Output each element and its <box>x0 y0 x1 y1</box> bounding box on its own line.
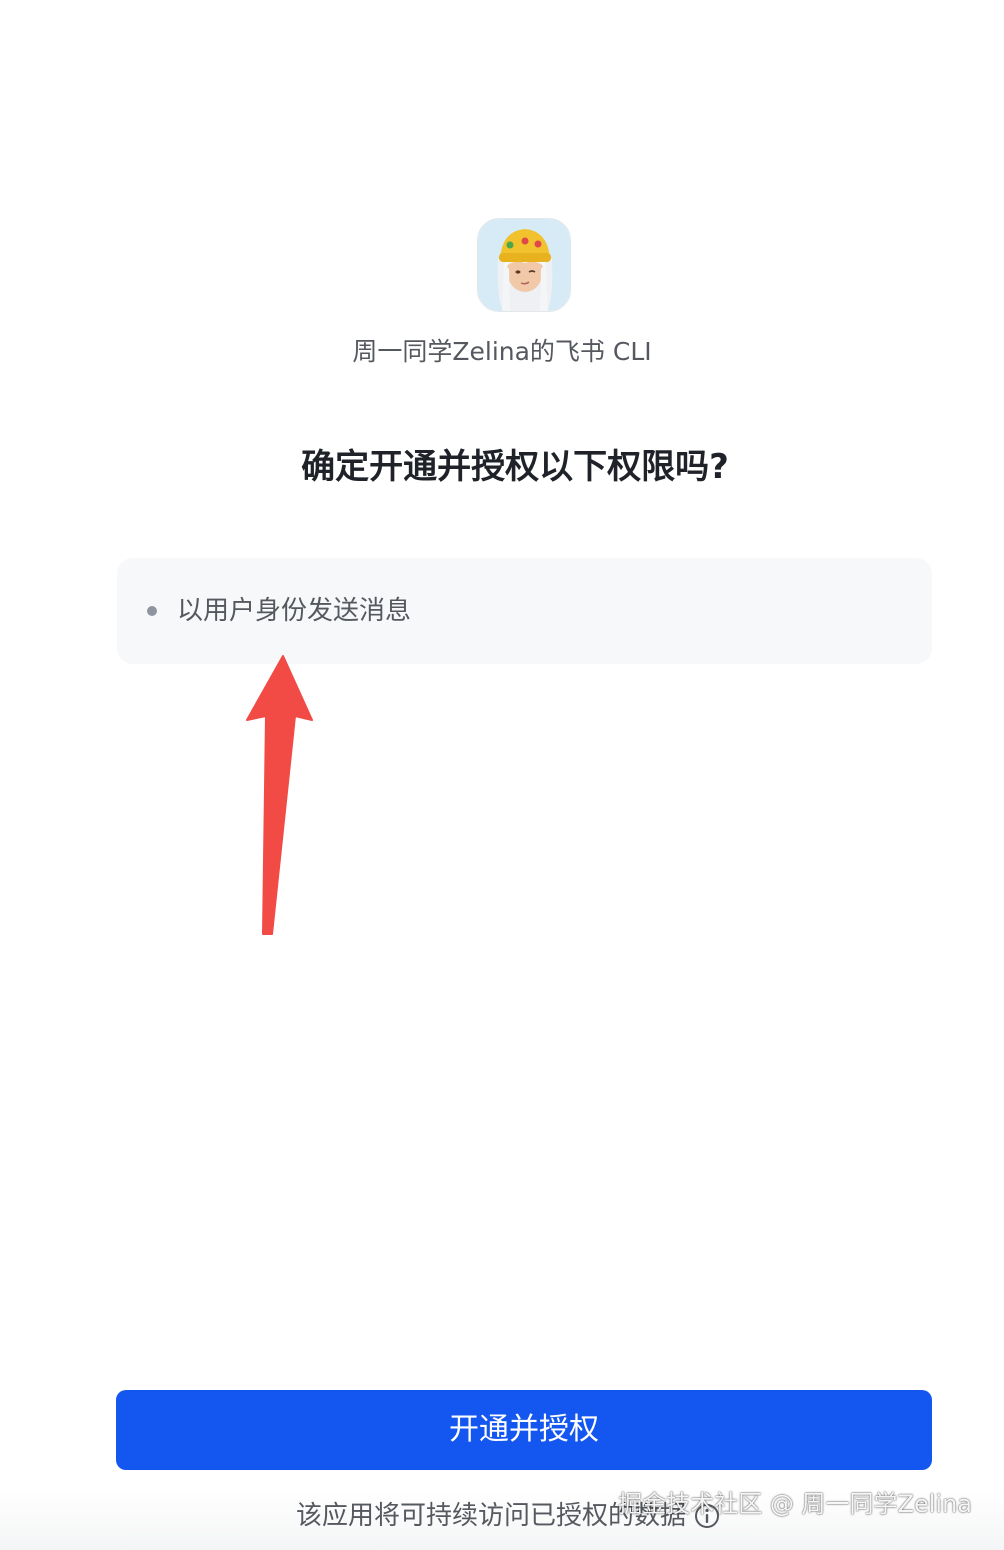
red-arrow-annotation-icon <box>246 655 313 935</box>
authorization-page: 周一同学Zelina的飞书 CLI 确定开通并授权以下权限吗? 以用户身份发送消… <box>0 0 1004 1550</box>
avatar-girl-icon <box>478 219 570 311</box>
app-name: 周一同学Zelina的飞书 CLI <box>352 337 652 366</box>
permission-item: 以用户身份发送消息 <box>147 593 411 629</box>
app-avatar <box>477 218 571 312</box>
watermark: 掘金技术社区 @ 周一同学Zelina <box>618 1490 972 1518</box>
permission-list: 以用户身份发送消息 <box>117 558 932 664</box>
dialog-title: 确定开通并授权以下权限吗? <box>301 447 729 487</box>
bullet-icon <box>147 606 157 616</box>
permission-label: 以用户身份发送消息 <box>177 596 412 626</box>
authorize-button[interactable]: 开通并授权 <box>116 1390 932 1470</box>
